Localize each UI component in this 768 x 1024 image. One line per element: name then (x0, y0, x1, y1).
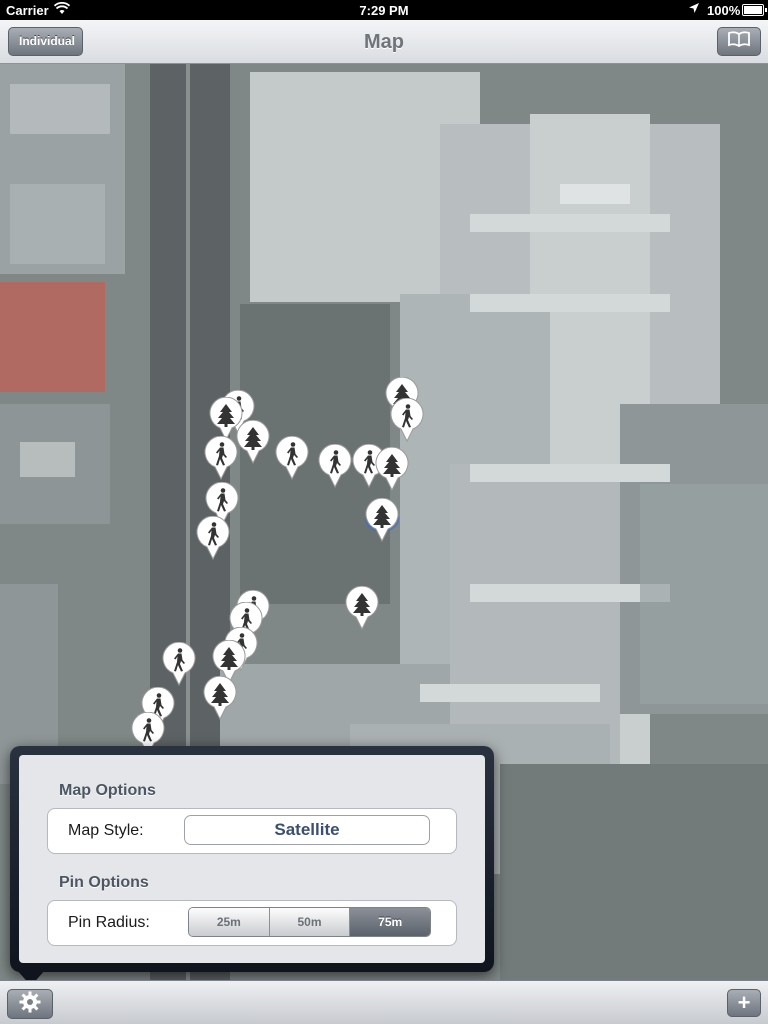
map-pin[interactable] (318, 444, 352, 488)
popover-content: Map Options Map Style: Satellite Pin Opt… (19, 755, 485, 963)
map-pin[interactable] (345, 586, 379, 630)
add-button[interactable]: + (727, 989, 761, 1017)
bottom-toolbar: + (0, 980, 768, 1024)
map-pin[interactable] (203, 676, 237, 720)
page-title: Map (364, 31, 404, 53)
gear-icon (19, 991, 41, 1018)
options-popover: Map Options Map Style: Satellite Pin Opt… (10, 746, 494, 972)
clock: 7:29 PM (359, 3, 409, 18)
battery-percent: 100% (707, 3, 741, 18)
pin-radius-row: Pin Radius: 25m 50m 75m (47, 900, 457, 946)
pin-radius-option-50m[interactable]: 50m (269, 908, 351, 936)
map-pin[interactable] (375, 447, 409, 491)
map-pin[interactable] (162, 642, 196, 686)
map-pin-selected[interactable] (365, 498, 399, 542)
map-pin[interactable] (275, 436, 309, 480)
map-pin[interactable] (390, 398, 424, 442)
battery-icon (742, 4, 767, 16)
pin-radius-option-25m[interactable]: 25m (189, 908, 270, 936)
book-icon (727, 31, 751, 52)
pin-radius-label: Pin Radius: (68, 914, 150, 931)
settings-button[interactable] (7, 989, 53, 1019)
map-style-label: Map Style: (68, 822, 144, 839)
pin-options-heading: Pin Options (59, 874, 149, 891)
status-bar: Carrier 7:29 PM 100% (0, 0, 768, 20)
pin-radius-segmented-control[interactable]: 25m 50m 75m (188, 907, 431, 937)
bookmarks-button[interactable] (717, 27, 761, 56)
map-style-selector[interactable]: Satellite (184, 815, 430, 845)
map-options-heading: Map Options (59, 782, 156, 799)
pin-radius-option-75m[interactable]: 75m (350, 908, 430, 936)
map-style-row[interactable]: Map Style: Satellite (47, 808, 457, 854)
navigation-bar: Individual Map (0, 20, 768, 64)
map-pin[interactable] (204, 436, 238, 480)
map-pin[interactable] (196, 516, 230, 560)
location-arrow-icon (688, 2, 700, 17)
map-pin[interactable] (236, 420, 270, 464)
